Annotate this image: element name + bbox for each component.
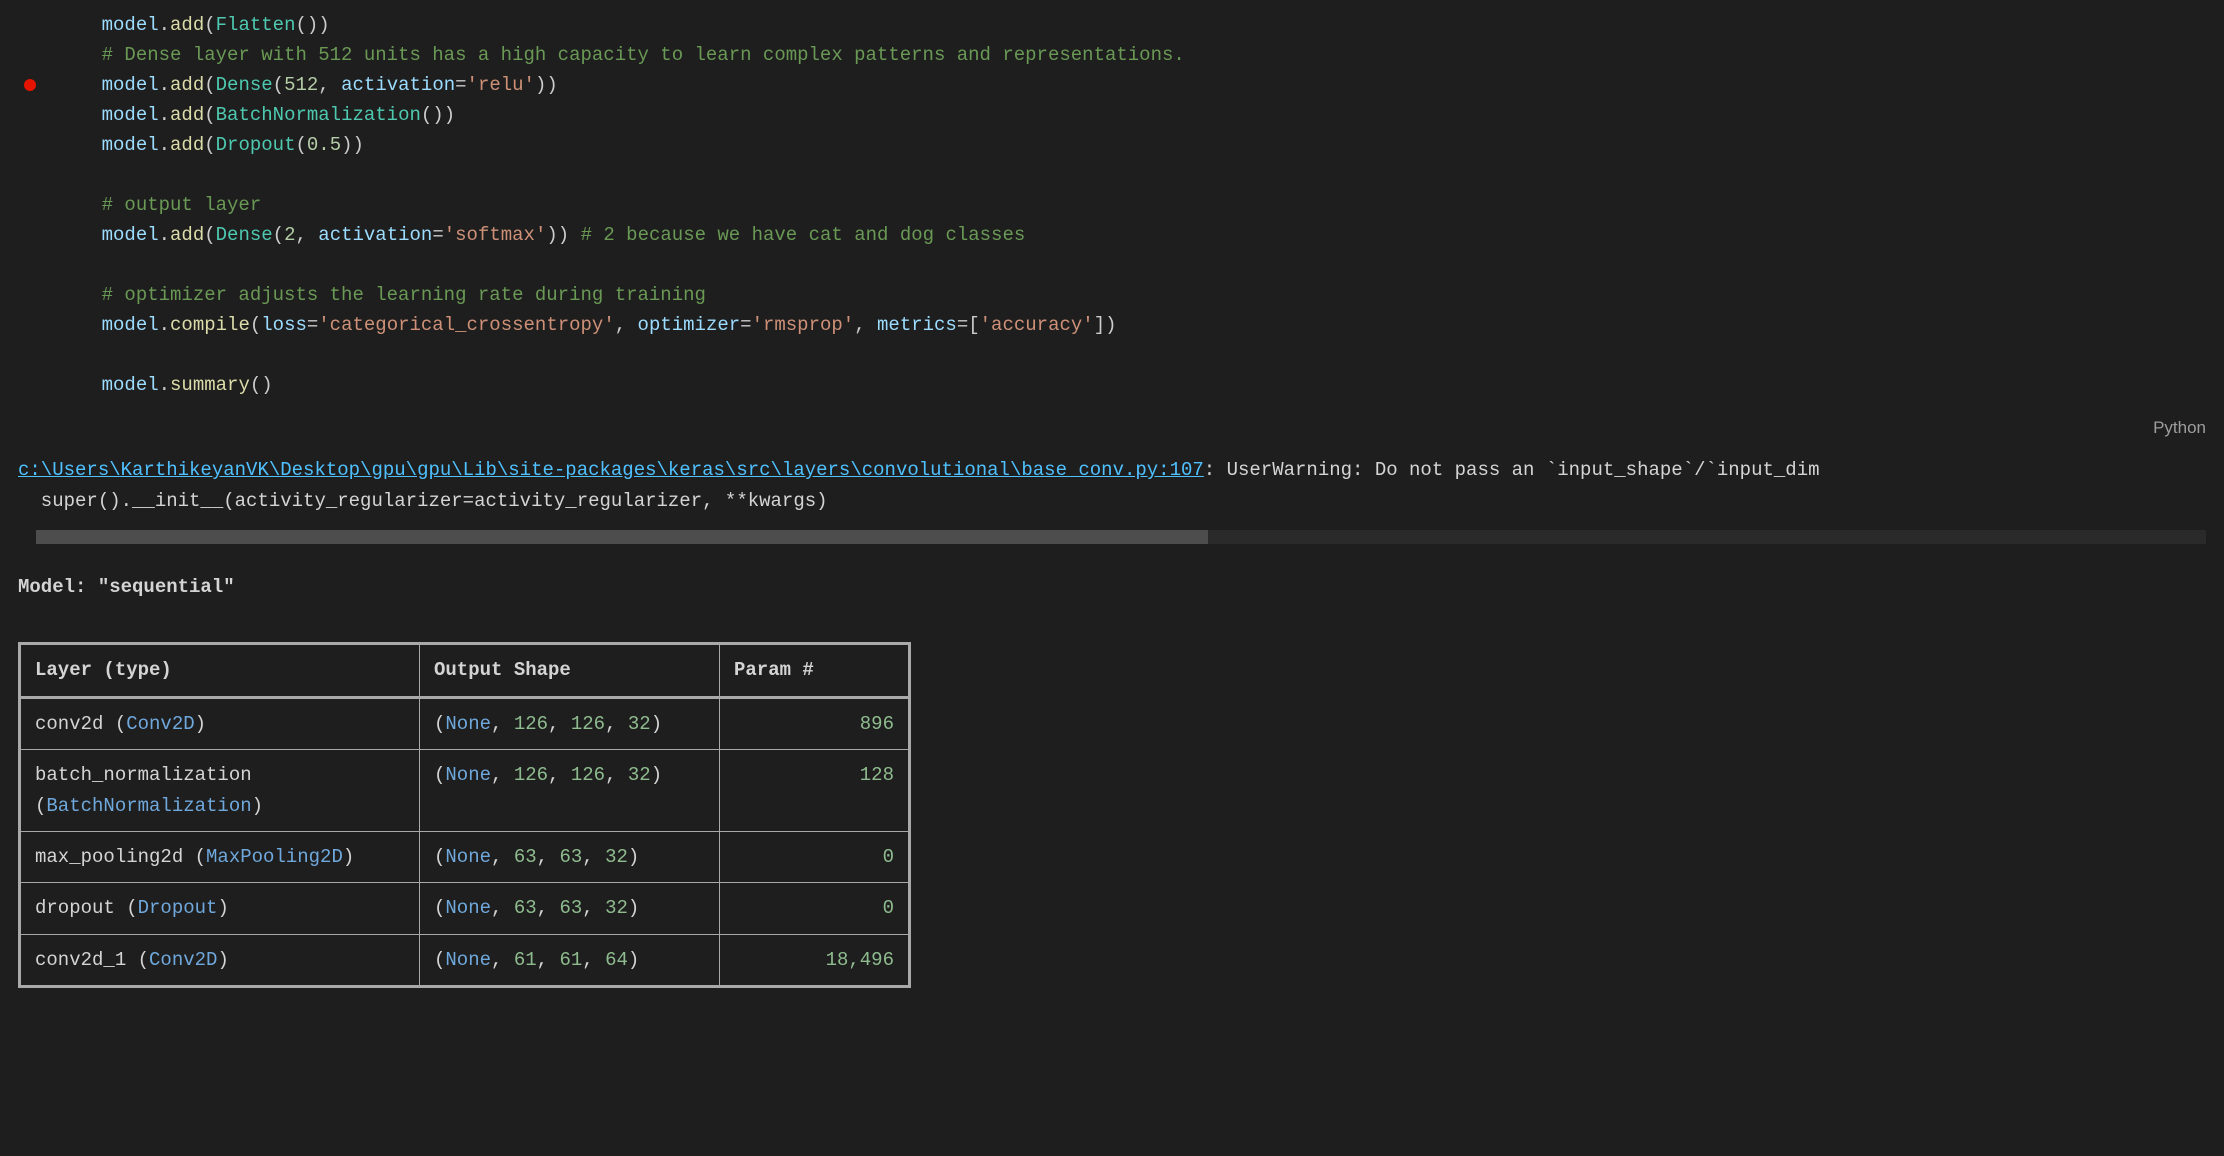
cell-layer: dropout (Dropout) (20, 883, 420, 934)
warning-text: : UserWarning: Do not pass an `input_sha… (1204, 459, 1820, 481)
table-row: dropout (Dropout)(None, 63, 63, 32)0 (20, 883, 910, 934)
table-row: conv2d_1 (Conv2D)(None, 61, 61, 64)18,49… (20, 934, 910, 986)
cell-param: 0 (720, 883, 910, 934)
header-param: Param # (720, 644, 910, 697)
breakpoint-gutter[interactable] (0, 0, 44, 410)
cell-layer: conv2d (Conv2D) (20, 697, 420, 749)
model-summary: Model: "sequential" Layer (type) Output … (0, 548, 2224, 1012)
header-layer: Layer (type) (20, 644, 420, 697)
code-line[interactable]: model.add(Dense(512, activation='relu')) (56, 70, 2224, 100)
table-row: conv2d (Conv2D)(None, 126, 126, 32)896 (20, 697, 910, 749)
header-shape: Output Shape (420, 644, 720, 697)
warning-line-2: super().__init__(activity_regularizer=ac… (18, 486, 2206, 516)
summary-table: Layer (type) Output Shape Param # conv2d… (18, 642, 911, 988)
table-header-row: Layer (type) Output Shape Param # (20, 644, 910, 697)
warning-file-link[interactable]: c:\Users\KarthikeyanVK\Desktop\gpu\gpu\L… (18, 459, 1204, 481)
cell-param: 18,496 (720, 934, 910, 986)
code-line[interactable]: model.add(Flatten()) (56, 10, 2224, 40)
cell-layer: batch_normalization(BatchNormalization) (20, 750, 420, 832)
cell-shape: (None, 63, 63, 32) (420, 883, 720, 934)
cell-layer: max_pooling2d (MaxPooling2D) (20, 831, 420, 882)
table-row: max_pooling2d (MaxPooling2D)(None, 63, 6… (20, 831, 910, 882)
warning-line-1: c:\Users\KarthikeyanVK\Desktop\gpu\gpu\L… (18, 455, 2206, 485)
code-line[interactable]: # Dense layer with 512 units has a high … (56, 40, 2224, 70)
code-area[interactable]: model.add(Flatten()) # Dense layer with … (0, 10, 2224, 400)
cell-shape: (None, 61, 61, 64) (420, 934, 720, 986)
code-line[interactable] (56, 160, 2224, 190)
cell-param: 896 (720, 697, 910, 749)
table-row: batch_normalization(BatchNormalization)(… (20, 750, 910, 832)
language-badge[interactable]: Python (0, 410, 2224, 445)
cell-shape: (None, 126, 126, 32) (420, 750, 720, 832)
cell-shape: (None, 63, 63, 32) (420, 831, 720, 882)
model-title: Model: "sequential" (18, 572, 2206, 602)
scrollbar-thumb[interactable] (36, 530, 1208, 544)
code-line[interactable]: model.add(Dropout(0.5)) (56, 130, 2224, 160)
code-line[interactable]: model.summary() (56, 370, 2224, 400)
cell-layer: conv2d_1 (Conv2D) (20, 934, 420, 986)
horizontal-scrollbar[interactable] (0, 526, 2224, 548)
code-line[interactable]: # output layer (56, 190, 2224, 220)
code-line[interactable]: model.add(BatchNormalization()) (56, 100, 2224, 130)
cell-param: 128 (720, 750, 910, 832)
output-panel: c:\Users\KarthikeyanVK\Desktop\gpu\gpu\L… (0, 445, 2224, 526)
breakpoint-icon[interactable] (24, 79, 36, 91)
code-line[interactable] (56, 340, 2224, 370)
cell-param: 0 (720, 831, 910, 882)
code-line[interactable]: model.add(Dense(2, activation='softmax')… (56, 220, 2224, 250)
code-line[interactable]: # optimizer adjusts the learning rate du… (56, 280, 2224, 310)
code-line[interactable] (56, 250, 2224, 280)
code-editor[interactable]: model.add(Flatten()) # Dense layer with … (0, 0, 2224, 410)
cell-shape: (None, 126, 126, 32) (420, 697, 720, 749)
code-line[interactable]: model.compile(loss='categorical_crossent… (56, 310, 2224, 340)
